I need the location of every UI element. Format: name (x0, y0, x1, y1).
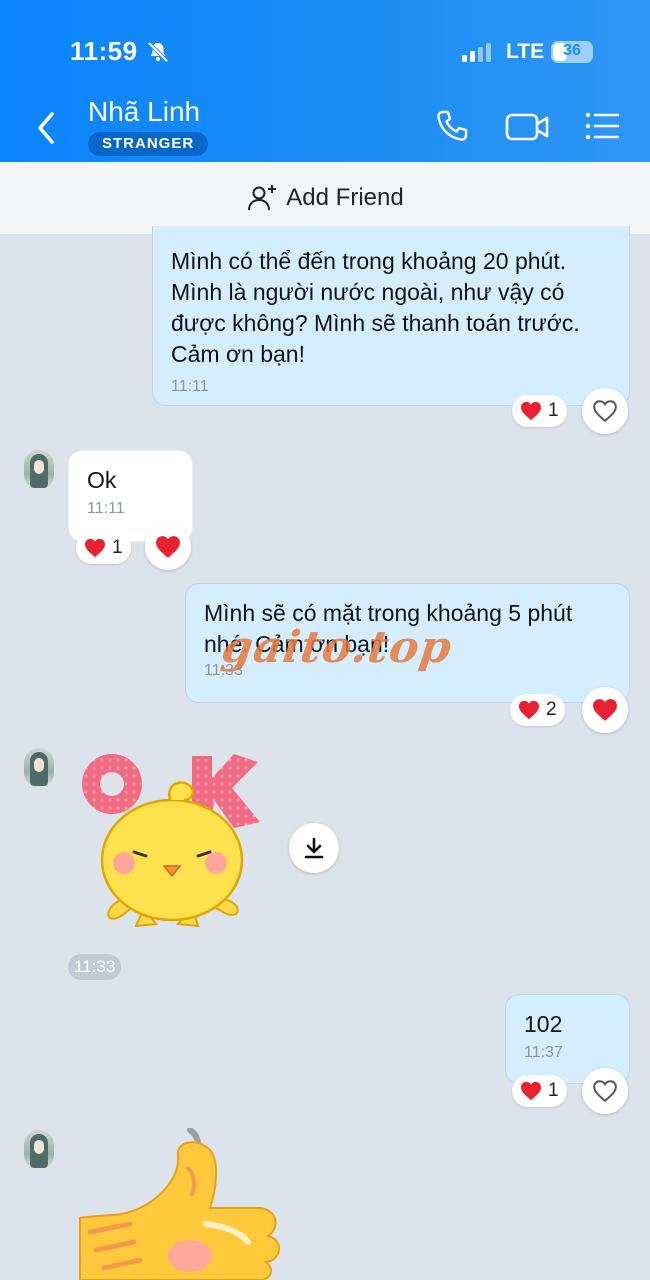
heart-outline-icon (593, 1080, 617, 1103)
reaction-count[interactable]: 2 (510, 694, 565, 726)
avatar-face (34, 1140, 44, 1154)
contact-avatar[interactable] (24, 450, 54, 490)
reaction-count-value: 1 (548, 1080, 559, 1101)
reaction-count[interactable]: 1 (512, 1075, 567, 1107)
react-button[interactable] (582, 1068, 628, 1114)
heart-icon (85, 538, 105, 558)
contact-avatar[interactable] (24, 748, 54, 788)
heart-outline-icon (593, 400, 617, 423)
reaction-count-value: 1 (112, 537, 123, 558)
sticker-time: 11:33 (68, 954, 122, 980)
back-icon[interactable] (34, 110, 60, 146)
download-icon (304, 837, 324, 859)
battery-indicator: 36 (551, 41, 593, 63)
message-text: Ok (87, 467, 117, 493)
contact-avatar[interactable] (24, 1130, 54, 1170)
avatar-face (34, 758, 44, 772)
reaction-count[interactable]: 1 (76, 532, 131, 564)
phone-icon[interactable] (434, 108, 470, 144)
message-time: 11:11 (171, 378, 209, 395)
message-time: 11:37 (524, 1044, 563, 1061)
react-button[interactable] (582, 388, 628, 434)
message-time: 11:11 (87, 500, 125, 517)
network-label: LTE (506, 40, 545, 63)
ok-sticker[interactable] (74, 748, 274, 933)
reaction-count[interactable]: 1 (512, 395, 567, 427)
heart-icon (593, 699, 617, 721)
react-button[interactable] (145, 524, 191, 570)
list-menu-icon[interactable] (584, 110, 620, 142)
contact-name[interactable]: Nhã Linh (88, 96, 200, 128)
chat-header: 11:59 LTE 36 Nhã Linh STRANGER (0, 0, 650, 162)
avatar-face (34, 460, 44, 474)
battery-level: 36 (563, 42, 581, 59)
heart-icon (521, 401, 541, 421)
message-text: 102 (524, 1011, 563, 1037)
heart-icon (521, 1081, 541, 1101)
message-text: Mình có thể đến trong khoảng 20 phút. Mì… (171, 248, 580, 367)
add-person-icon (248, 185, 277, 211)
status-time: 11:59 (70, 36, 138, 66)
thumbs-up-sticker[interactable] (70, 1128, 285, 1280)
video-icon[interactable] (505, 110, 549, 144)
reaction-count-value: 2 (546, 699, 557, 720)
heart-icon (156, 536, 180, 558)
react-button[interactable] (582, 687, 628, 733)
download-button[interactable] (289, 823, 339, 873)
heart-icon (519, 700, 539, 720)
add-friend-label: Add Friend (286, 184, 404, 211)
message-bubble-outgoing[interactable]: Mình có thể đến trong khoảng 20 phút. Mì… (152, 226, 630, 406)
watermark: gaito.top (218, 622, 456, 673)
bell-off-icon (147, 41, 169, 63)
stranger-badge: STRANGER (88, 132, 209, 156)
signal-icon (462, 43, 491, 62)
add-friend-button[interactable]: Add Friend (0, 162, 650, 234)
reaction-count-value: 1 (548, 400, 559, 421)
